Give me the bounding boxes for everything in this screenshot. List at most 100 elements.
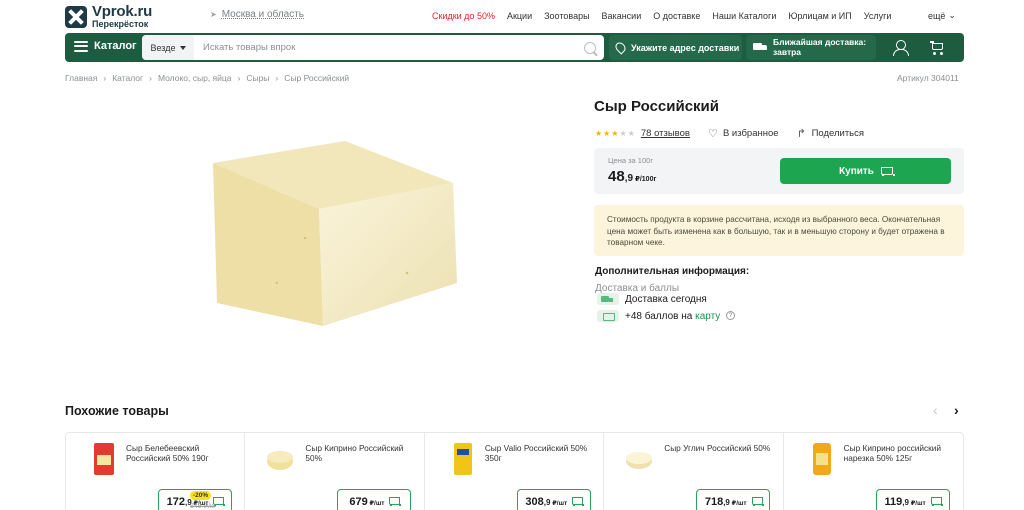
heart-icon: [708, 127, 718, 140]
user-icon[interactable]: [893, 40, 909, 56]
search-input[interactable]: [194, 36, 584, 59]
card-product-name[interactable]: Сыр Киприно российский нарезка 50% 125г: [844, 443, 954, 464]
card-price-button[interactable]: 119,9 ₽/шт: [875, 489, 950, 510]
share-button[interactable]: Поделиться: [812, 128, 864, 139]
cart-icon: [571, 496, 585, 506]
delivery-line1: Ближайшая доставка:: [773, 36, 867, 47]
product-sku: Артикул 304011: [897, 73, 959, 83]
card-price-button[interactable]: 679 ₽/шт: [337, 489, 412, 510]
card-price-cents: ,9: [723, 498, 730, 507]
reviews-link[interactable]: 78 отзывов: [641, 128, 690, 139]
card-price-unit: ₽/шт: [729, 500, 747, 507]
star-icon: ★: [627, 128, 635, 138]
breadcrumb-item[interactable]: Сыры: [246, 73, 269, 83]
additional-info-title: Дополнительная информация:: [595, 266, 750, 277]
nav-item-services[interactable]: Услуги: [864, 11, 892, 21]
nav-item-catalogs[interactable]: Наши Каталоги: [712, 11, 776, 21]
star-icon: ★: [619, 128, 627, 138]
card-product-name[interactable]: Сыр Углич Российский 50%: [664, 443, 774, 453]
price-cents: ,9: [624, 173, 634, 184]
similar-products-title: Похожие товары: [65, 404, 169, 418]
menu-icon: [74, 40, 88, 52]
nav-item-sale[interactable]: Скидки до 50%: [432, 11, 495, 21]
product-thumbnail[interactable]: [808, 441, 836, 477]
truck-icon: [597, 293, 619, 305]
more-menu[interactable]: ещё ⌄: [928, 10, 956, 21]
carousel-next-icon[interactable]: ›: [954, 402, 959, 418]
delivery-info: Доставка сегодня: [597, 293, 707, 305]
more-label: ещё: [928, 10, 946, 21]
price-unit: ₽/100г: [633, 176, 657, 183]
card-price-main: 308: [525, 496, 544, 508]
nearest-delivery-button[interactable]: Ближайшая доставка: завтра: [746, 35, 876, 60]
nav-item-jobs[interactable]: Вакансии: [602, 11, 642, 21]
card-price-button[interactable]: 308,9 ₽/шт: [516, 489, 591, 510]
top-bar: Vprok.ru Перекрёсток ➤ Москва и область …: [0, 0, 1024, 32]
card-link[interactable]: карту: [695, 311, 720, 322]
card-price-unit: ₽/шт: [908, 500, 926, 507]
info-icon[interactable]: ?: [726, 311, 736, 321]
nav-item-delivery[interactable]: О доставке: [653, 11, 700, 21]
delivery-today-text: Доставка сегодня: [625, 293, 707, 305]
discount-badge: -20%: [190, 491, 212, 500]
product-thumbnail[interactable]: [620, 441, 658, 477]
nav-item-pets[interactable]: Зоотовары: [544, 11, 589, 21]
logo-subname: Перекрёсток: [92, 19, 149, 29]
search-scope-dropdown[interactable]: Везде: [142, 35, 194, 60]
card-price-button[interactable]: 718,9 ₽/шт: [696, 489, 771, 510]
breadcrumb-item[interactable]: Главная: [65, 73, 97, 83]
main-header: Каталог Везде Укажите адрес доставки Бли…: [65, 33, 964, 62]
cart-icon[interactable]: [930, 41, 944, 55]
price-label: Цена за 100г: [608, 156, 654, 165]
search-bar: Везде: [142, 35, 604, 60]
card-product-name[interactable]: Сыр Белебеевский Российский 50% 190г: [126, 443, 236, 464]
product-thumbnail[interactable]: [449, 441, 477, 477]
breadcrumb-item[interactable]: Молоко, сыр, яйца: [158, 73, 232, 83]
loyalty-card-icon: [597, 310, 619, 322]
product-title: Сыр Российский: [594, 98, 719, 115]
site-logo[interactable]: Vprok.ru Перекрёсток: [65, 4, 152, 29]
search-icon[interactable]: [584, 41, 596, 54]
search-scope-label: Везде: [150, 42, 176, 53]
cart-icon: [751, 496, 764, 506]
top-navigation: Скидки до 50% Акции Зоотовары Вакансии О…: [432, 11, 903, 21]
product-card[interactable]: Сыр Белебеевский Российский 50% 190г 172…: [66, 433, 246, 510]
chevron-down-icon: ⌄: [948, 10, 956, 20]
caret-down-icon: [179, 45, 186, 50]
weight-price-notice: Стоимость продукта в корзине рассчитана,…: [594, 205, 964, 256]
catalog-button[interactable]: Каталог: [74, 40, 137, 52]
cart-icon: [388, 496, 402, 506]
truck-icon: [753, 43, 767, 52]
delivery-address-button[interactable]: Укажите адрес доставки: [609, 35, 742, 60]
product-card[interactable]: Сыр Valio Российский 50% 350г 308,9 ₽/шт: [425, 433, 605, 510]
region-selector[interactable]: ➤ Москва и область: [210, 9, 304, 20]
breadcrumb-item[interactable]: Каталог: [112, 73, 143, 83]
points-info: +48 баллов на карту ?: [597, 310, 736, 322]
cart-icon: [880, 166, 895, 176]
nav-item-promo[interactable]: Акции: [507, 11, 532, 21]
card-price-main: 718: [704, 496, 724, 508]
address-label: Укажите адрес доставки: [631, 42, 740, 53]
star-icon: ★: [595, 128, 603, 138]
star-icon: ★: [611, 128, 619, 138]
product-card[interactable]: Сыр Углич Российский 50% 718,9 ₽/шт: [604, 433, 784, 510]
product-thumbnail[interactable]: [90, 441, 118, 477]
product-card[interactable]: Сыр Киприно Российский 50% 679 ₽/шт: [245, 433, 425, 510]
card-product-name[interactable]: Сыр Киприно Российский 50%: [305, 443, 415, 464]
points-text: +48 баллов на: [625, 310, 693, 322]
product-image[interactable]: [195, 133, 465, 333]
carousel-prev-icon[interactable]: ‹: [933, 402, 938, 418]
buy-button[interactable]: Купить: [780, 158, 951, 184]
rating-stars: ★ ★ ★ ★ ★: [595, 128, 635, 138]
card-price-main: 119: [884, 496, 903, 508]
product-thumbnail[interactable]: [261, 441, 299, 477]
product-card[interactable]: Сыр Киприно российский нарезка 50% 125г …: [784, 433, 963, 510]
price-box: Цена за 100г 48,9 ₽/100г Купить: [594, 148, 964, 194]
card-product-name[interactable]: Сыр Valio Российский 50% 350г: [485, 443, 595, 464]
nav-item-business[interactable]: Юрлицам и ИП: [788, 11, 851, 21]
card-price-unit: ₽/шт: [550, 500, 568, 507]
location-pin-icon: [613, 40, 628, 55]
catalog-label: Каталог: [94, 40, 137, 52]
add-to-favorites[interactable]: В избранное: [723, 128, 779, 139]
price-value: 48,9 ₽/100г: [608, 168, 656, 185]
